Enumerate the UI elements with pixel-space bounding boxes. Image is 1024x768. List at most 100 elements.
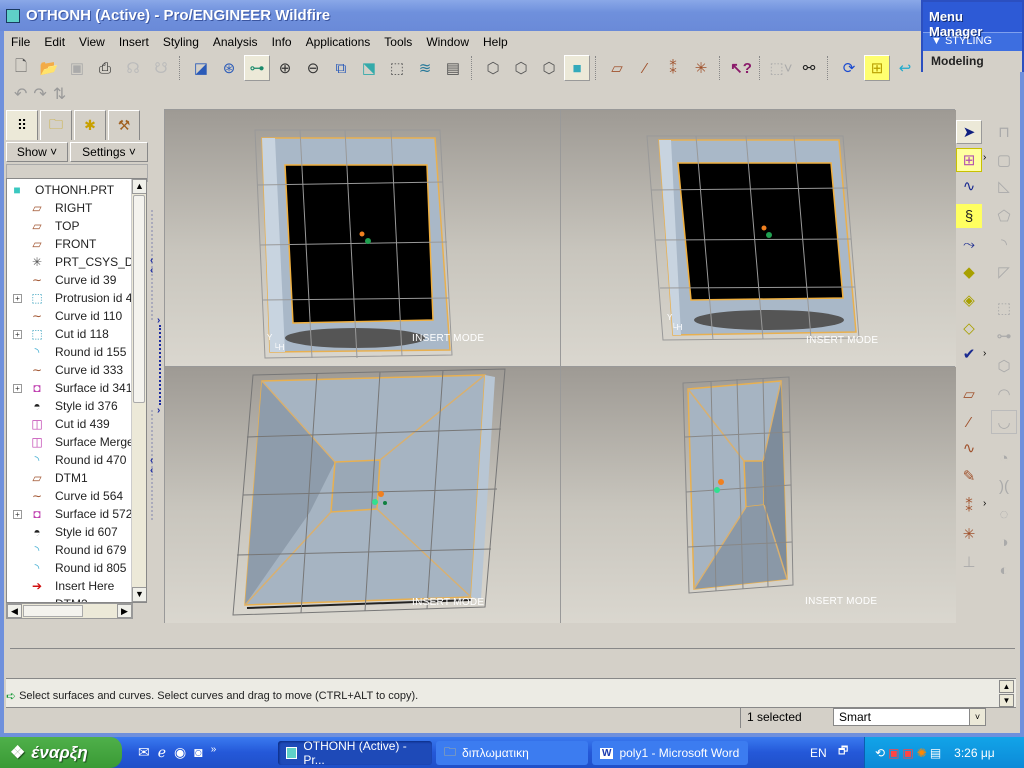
tree-item[interactable]: ▱ DTM1 bbox=[7, 469, 146, 487]
send-secure-icon[interactable]: ☋ bbox=[148, 55, 174, 81]
datum-plane-icon[interactable]: ▱ bbox=[956, 382, 982, 406]
tree-item[interactable]: ◓ Style id 376 bbox=[7, 397, 146, 415]
repaint-icon[interactable]: ◪ bbox=[188, 55, 214, 81]
tree-item[interactable]: ◓ Style id 607 bbox=[7, 523, 146, 541]
network-disconnected-icon[interactable]: ▣ bbox=[902, 746, 913, 760]
datum-axis-icon[interactable]: ⁄ bbox=[956, 410, 982, 434]
coord-systems-icon[interactable]: ✳ bbox=[688, 55, 714, 81]
panel-splitter[interactable]: ‹ ‹ › › ‹ ‹ bbox=[150, 110, 164, 625]
shading-icon[interactable]: ■ bbox=[564, 55, 590, 81]
task-word[interactable]: Wpoly1 - Microsoft Word bbox=[592, 741, 748, 765]
more-icon[interactable]: » bbox=[211, 744, 217, 761]
expand-right-icon[interactable]: › bbox=[157, 405, 160, 416]
context-help-icon[interactable]: ↖? bbox=[728, 55, 754, 81]
menu-applications[interactable]: Applications bbox=[299, 35, 378, 49]
expand-icon[interactable]: + bbox=[13, 383, 22, 393]
tree-item[interactable]: ◝ Round id 470 bbox=[7, 451, 146, 469]
hole-icon[interactable]: ⊓ bbox=[991, 120, 1017, 144]
menu-manager-modeling[interactable]: Modeling bbox=[923, 51, 1022, 72]
zoom-in-icon[interactable]: ⊕ bbox=[272, 55, 298, 81]
favorites-tab[interactable]: ✱ bbox=[74, 110, 106, 140]
tree-item[interactable]: + ◘ Surface id 572 bbox=[7, 505, 146, 523]
scroll-right-button[interactable]: ▶ bbox=[117, 604, 132, 618]
analysis-icon[interactable]: ⊥ bbox=[956, 550, 982, 574]
selection-filter[interactable]: Smart bbox=[833, 708, 973, 726]
viewport-top-left[interactable]: Y └H INSERT MODE bbox=[165, 110, 560, 366]
datum-axes-icon[interactable]: ⁄ bbox=[632, 55, 658, 81]
trim-icon[interactable]: ◐ bbox=[991, 558, 1017, 582]
datum-point-icon[interactable]: ⁑ bbox=[956, 494, 982, 518]
pattern-icon[interactable]: ⬚ bbox=[991, 296, 1017, 320]
start-button[interactable]: ❖ έναρξη bbox=[0, 737, 122, 768]
reorient-icon[interactable]: ⬔ bbox=[356, 55, 382, 81]
scroll-up-button[interactable]: ▲ bbox=[132, 179, 146, 194]
task-othonh[interactable]: OTHONH (Active) - Pr... bbox=[278, 739, 432, 767]
chamfer-icon[interactable]: ◸ bbox=[991, 260, 1017, 284]
settings-button[interactable]: Settings ˅ bbox=[70, 142, 148, 162]
find-icon[interactable]: ⚯ bbox=[796, 55, 822, 81]
done-icon[interactable]: ✔ bbox=[956, 342, 982, 366]
no-hidden-icon[interactable]: ⬡ bbox=[536, 55, 562, 81]
collapse-left-icon[interactable]: ‹ bbox=[150, 265, 153, 276]
menu-file[interactable]: File bbox=[4, 35, 37, 49]
scroll-down-button[interactable]: ▼ bbox=[132, 587, 146, 602]
round-icon[interactable]: ◝ bbox=[991, 232, 1017, 256]
tree-item[interactable]: ■ OTHONH.PRT bbox=[7, 181, 146, 199]
tree-item[interactable]: ∼ Curve id 564 bbox=[7, 487, 146, 505]
tree-item[interactable]: ✳ PRT_CSYS_DE bbox=[7, 253, 146, 271]
copy-icon[interactable]: ◔ bbox=[991, 446, 1017, 470]
rib-icon[interactable]: ◺ bbox=[991, 174, 1017, 198]
surface-fill-icon[interactable]: ◡ bbox=[991, 410, 1017, 434]
warp-icon[interactable]: ⬡ bbox=[991, 354, 1017, 378]
drag-handle[interactable] bbox=[365, 238, 371, 244]
spin-center-icon[interactable]: ⊛ bbox=[216, 55, 242, 81]
grid-icon[interactable]: ⊞ bbox=[864, 55, 890, 81]
scroll-left-button[interactable]: ◀ bbox=[7, 604, 22, 618]
menu-styling[interactable]: Styling bbox=[156, 35, 206, 49]
scroll-h-thumb[interactable] bbox=[23, 605, 83, 617]
drag-handle[interactable] bbox=[372, 499, 378, 505]
folder-browser-tab[interactable]: 🗀 bbox=[40, 110, 72, 140]
offset-icon[interactable]: ◌ bbox=[991, 502, 1017, 526]
tree-horizontal-scrollbar[interactable]: ◀ ▶ bbox=[6, 603, 133, 619]
curve-icon[interactable]: ↩ bbox=[892, 55, 918, 81]
task-folder[interactable]: 🗀 διπλωματικη bbox=[436, 741, 588, 765]
menu-window[interactable]: Window bbox=[419, 35, 476, 49]
filter-dropdown-icon[interactable]: ˅ bbox=[969, 708, 986, 726]
shell-icon[interactable]: ▢ bbox=[991, 148, 1017, 172]
tree-vertical-scrollbar[interactable]: ▲ ▼ bbox=[131, 179, 146, 602]
message-scroll-up[interactable]: ▲ bbox=[999, 680, 1014, 693]
tree-item[interactable]: ∼ Curve id 333 bbox=[7, 361, 146, 379]
tree-item[interactable]: ∼ Curve id 39 bbox=[7, 271, 146, 289]
flyout-arrow-icon[interactable]: › bbox=[983, 348, 986, 359]
wireframe-icon[interactable]: ⬡ bbox=[480, 55, 506, 81]
menu-view[interactable]: View bbox=[72, 35, 112, 49]
mirror-icon[interactable]: ⊶ bbox=[991, 324, 1017, 348]
refit-icon[interactable]: ⧉ bbox=[328, 55, 354, 81]
undo-icon[interactable]: ↶ bbox=[14, 84, 27, 104]
boundary-blend-icon[interactable]: ◠ bbox=[991, 382, 1017, 406]
edit-curve-icon[interactable]: § bbox=[956, 204, 982, 228]
message-scroll[interactable]: ▲ ▼ bbox=[999, 680, 1014, 708]
language-indicator[interactable]: EN bbox=[810, 746, 827, 760]
clock-app-icon[interactable]: ◙ bbox=[194, 744, 202, 761]
menu-tools[interactable]: Tools bbox=[377, 35, 419, 49]
graphics-area[interactable]: Y └H INSERT MODE Y └H INSERT MODE INSERT… bbox=[164, 109, 956, 623]
scroll-thumb[interactable] bbox=[133, 195, 145, 403]
hidden-line-icon[interactable]: ⬡ bbox=[508, 55, 534, 81]
drop-curve-icon[interactable]: ⤳ bbox=[956, 232, 982, 256]
drag-handle[interactable] bbox=[766, 232, 772, 238]
tree-item[interactable]: ∼ Curve id 110 bbox=[7, 307, 146, 325]
tree-item[interactable]: + ⬚ Protrusion id 47 bbox=[7, 289, 146, 307]
tree-item[interactable]: ◫ Cut id 439 bbox=[7, 415, 146, 433]
intersect-icon[interactable]: )( bbox=[991, 474, 1017, 498]
flyout-arrow-icon[interactable]: › bbox=[983, 498, 986, 509]
media-player-icon[interactable]: ◉ bbox=[174, 744, 186, 761]
expand-icon[interactable]: + bbox=[13, 293, 22, 303]
antivirus-icon[interactable]: ✺ bbox=[917, 746, 927, 760]
open-icon[interactable]: 📂 bbox=[36, 55, 62, 81]
menu-info[interactable]: Info bbox=[265, 35, 299, 49]
trim-surface-icon[interactable]: ◇ bbox=[956, 316, 982, 340]
datum-points-icon[interactable]: ⁑ bbox=[660, 55, 686, 81]
drag-handle[interactable] bbox=[714, 487, 720, 493]
